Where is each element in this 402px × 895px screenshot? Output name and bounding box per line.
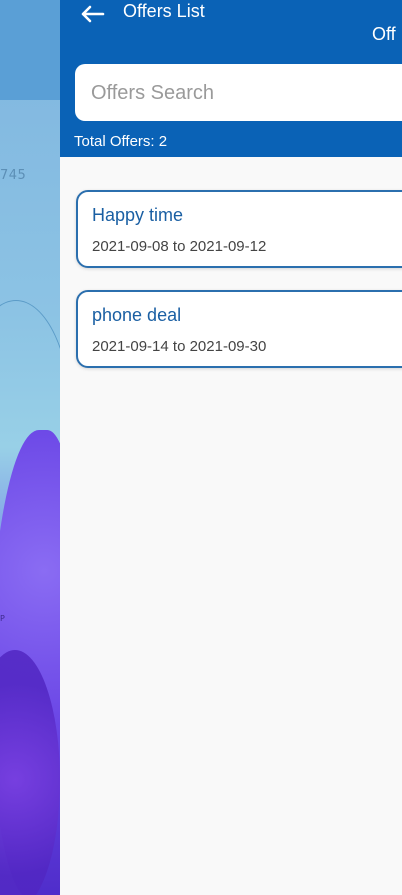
search-box[interactable] bbox=[75, 64, 402, 123]
offer-dates: 2021-09-14 to 2021-09-30 bbox=[92, 338, 267, 355]
search-input[interactable] bbox=[89, 64, 393, 123]
page-title: Offers List bbox=[123, 1, 205, 21]
offer-name: phone deal bbox=[92, 305, 182, 325]
background-app: 745 P bbox=[0, 0, 60, 895]
offer-name: Happy time bbox=[92, 205, 184, 225]
offer-card[interactable]: phone deal 2021-09-14 to 2021-09-30 bbox=[76, 290, 402, 368]
offers-panel: Offers List Off Total Offers: 2 Happy ti… bbox=[60, 0, 402, 895]
offers-header: Offers List Off Total Offers: 2 bbox=[60, 0, 402, 157]
back-button[interactable] bbox=[76, 0, 108, 28]
offer-card[interactable]: Happy time 2021-09-08 to 2021-09-12 bbox=[76, 190, 402, 268]
background-label: P bbox=[0, 614, 5, 623]
total-offers-count: Total Offers: 2 bbox=[74, 133, 168, 150]
arrow-left-icon bbox=[81, 5, 105, 23]
background-header bbox=[0, 0, 60, 100]
header-right-label[interactable]: Off bbox=[372, 24, 396, 45]
screen: 745 P Offers List Off Total Offers: 2 Ha… bbox=[0, 0, 402, 895]
offer-dates: 2021-09-08 to 2021-09-12 bbox=[92, 238, 267, 255]
background-number: 745 bbox=[0, 168, 27, 183]
